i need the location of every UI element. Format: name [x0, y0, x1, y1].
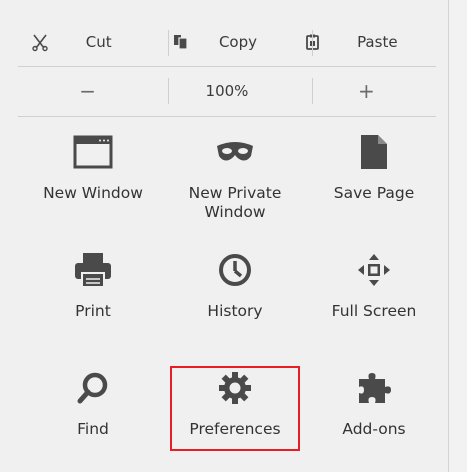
menu-panel: Cut Copy Paste − 100% + New Window New P…: [0, 0, 449, 472]
tile-label: Full Screen: [331, 302, 417, 320]
zoom-controls: − 100% +: [18, 70, 436, 112]
cut-label: Cut: [85, 33, 112, 51]
cut-button[interactable]: Cut: [18, 20, 157, 64]
zoom-out-button[interactable]: −: [18, 70, 157, 112]
full-screen-button[interactable]: Full Screen: [305, 250, 443, 321]
zoom-separator: [312, 78, 313, 104]
preferences-highlight-box: [170, 366, 300, 451]
tile-label: New Window: [43, 184, 143, 202]
tile-label: Add-ons: [342, 420, 406, 438]
mask-icon: [215, 132, 255, 172]
tile-label: Save Page: [333, 184, 415, 202]
paste-button[interactable]: Paste: [297, 20, 436, 64]
tile-label: Print: [75, 302, 111, 320]
new-window-button[interactable]: New Window: [24, 132, 162, 203]
zoom-separator: [168, 78, 169, 104]
puzzle-icon: [354, 368, 394, 408]
zoom-reset-button[interactable]: 100%: [157, 70, 296, 112]
divider: [18, 66, 436, 67]
new-private-window-button[interactable]: New Private Window: [166, 132, 304, 222]
divider: [18, 116, 436, 117]
zoom-in-button[interactable]: +: [297, 70, 436, 112]
window-icon: [73, 132, 113, 172]
clock-icon: [215, 250, 255, 290]
history-button[interactable]: History: [166, 250, 304, 321]
save-page-button[interactable]: Save Page: [305, 132, 443, 203]
scissors-icon: [32, 34, 48, 52]
paste-label: Paste: [357, 33, 398, 51]
printer-icon: [73, 250, 113, 290]
copy-button[interactable]: Copy: [157, 20, 296, 64]
page-icon: [354, 132, 394, 172]
edit-separator: [312, 30, 313, 56]
add-ons-button[interactable]: Add-ons: [305, 368, 443, 439]
copy-label: Copy: [218, 33, 258, 51]
magnifier-icon: [73, 368, 113, 408]
print-button[interactable]: Print: [24, 250, 162, 321]
tile-label: History: [207, 302, 263, 320]
fullscreen-icon: [354, 250, 394, 290]
find-button[interactable]: Find: [24, 368, 162, 439]
edit-controls: Cut Copy Paste: [18, 20, 436, 64]
copy-icon: [174, 35, 188, 50]
tile-label: New Private Window: [188, 184, 282, 221]
tile-label: Find: [77, 420, 109, 438]
edit-separator: [168, 30, 169, 56]
